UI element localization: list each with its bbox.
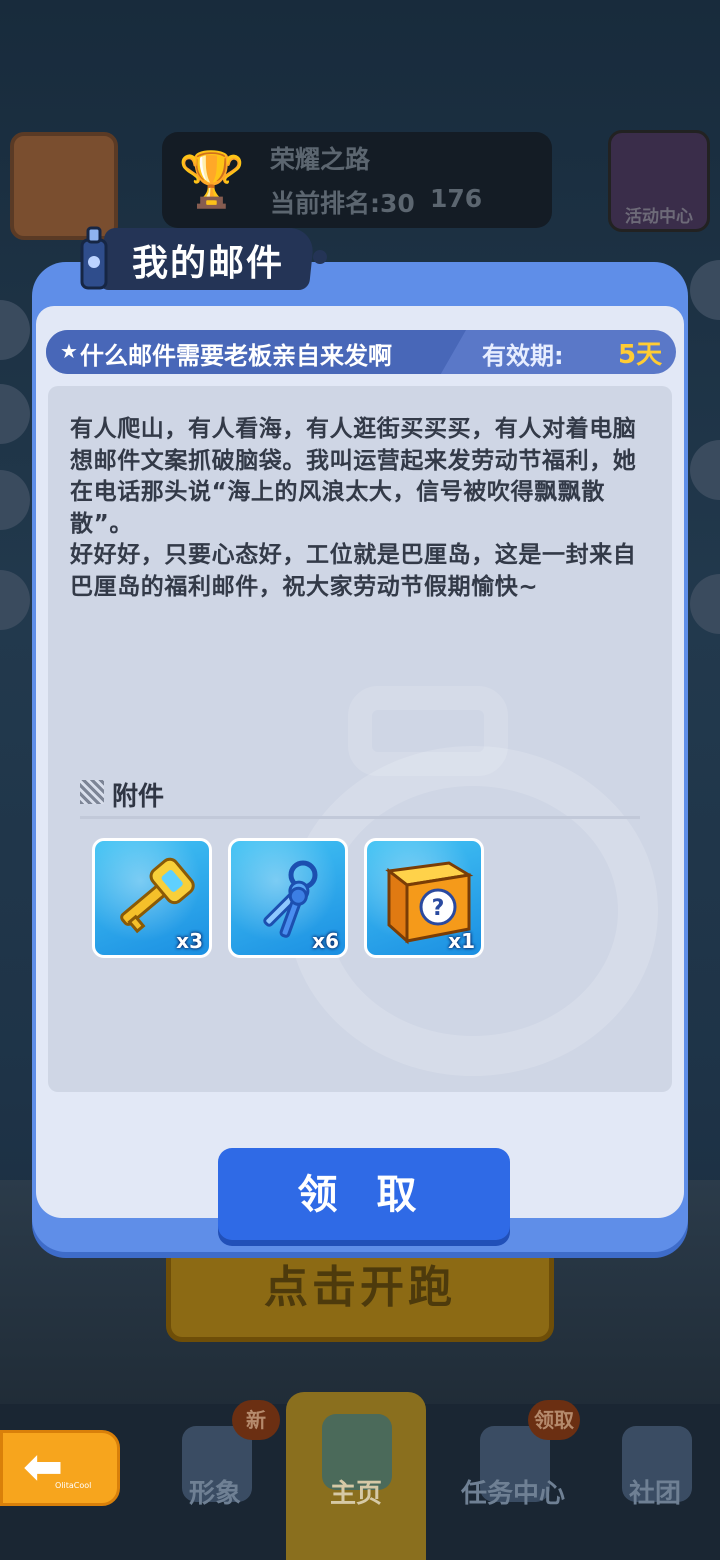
attachment-item-gold-key[interactable]: x3	[92, 838, 212, 958]
item-count: x1	[448, 929, 475, 953]
nav-label: 主页	[329, 1479, 382, 1509]
spray-can-icon	[80, 226, 108, 290]
attachment-item-mystery-box[interactable]: ? x1	[364, 838, 484, 958]
nav-label: 社团	[628, 1479, 681, 1509]
new-badge: 新	[232, 1400, 280, 1440]
mail-body-text: 有人爬山，有人看海，有人逛街买买买，有人对着电脑想邮件文案抓破脑袋。我叫运营起来…	[70, 416, 637, 600]
watermark-handle	[348, 686, 508, 776]
validity-label: 有效期:	[482, 342, 564, 370]
nav-label: 任务中心	[460, 1479, 565, 1509]
back-button-tag: OlitaCool	[55, 1481, 92, 1490]
mail-subject: 什么邮件需要老板亲自来发啊	[80, 342, 392, 370]
rank-panel-title: 荣耀之路	[270, 145, 371, 174]
start-run-button: 点击开跑	[166, 1238, 554, 1342]
back-button[interactable]: ⬅ OlitaCool	[0, 1430, 120, 1506]
attachments-header: 附件	[80, 774, 640, 819]
trophy-icon: 🏆	[178, 148, 246, 211]
current-rank: 当前排名:30	[270, 189, 415, 218]
dialog-content: ★ 什么邮件需要老板亲自来发啊 有效期: 5天 有人爬山，有人看海，有人逛街买买…	[36, 306, 684, 1240]
claim-badge: 领取	[528, 1400, 580, 1440]
nav-item-home[interactable]: 主页	[286, 1392, 426, 1560]
mail-body-box: 有人爬山，有人看海，有人逛街买买买，有人对着电脑想邮件文案抓破脑袋。我叫运营起来…	[48, 386, 672, 1092]
attachment-icon	[80, 780, 104, 804]
validity-value: 5天	[618, 340, 663, 370]
nav-label: 形象	[188, 1479, 241, 1509]
mail-dialog: 我的邮件 ★ 什么邮件需要老板亲自来发啊 有效期: 5天 有人爬山，有人看海，有…	[32, 226, 688, 1252]
item-count: x6	[312, 929, 339, 953]
title-tab-dot	[313, 250, 327, 264]
attachment-item-blue-keys[interactable]: x6	[228, 838, 348, 958]
dialog-title: 我的邮件	[132, 243, 285, 284]
claim-button[interactable]: 领 取	[218, 1148, 510, 1240]
event-center-button: 活动中心	[608, 130, 710, 232]
event-center-label: 活动中心	[625, 207, 693, 227]
star-icon: ★	[60, 339, 78, 363]
svg-text:?: ?	[432, 896, 445, 921]
attachments-label: 附件	[112, 782, 165, 812]
rank-panel: 🏆 荣耀之路 当前排名:30 176	[162, 132, 552, 228]
mail-subject-bar: ★ 什么邮件需要老板亲自来发啊 有效期: 5天	[46, 330, 676, 374]
item-count: x3	[176, 929, 203, 953]
trophy-count: 176	[430, 184, 483, 213]
nav-item-club[interactable]: 社团	[590, 1404, 720, 1560]
